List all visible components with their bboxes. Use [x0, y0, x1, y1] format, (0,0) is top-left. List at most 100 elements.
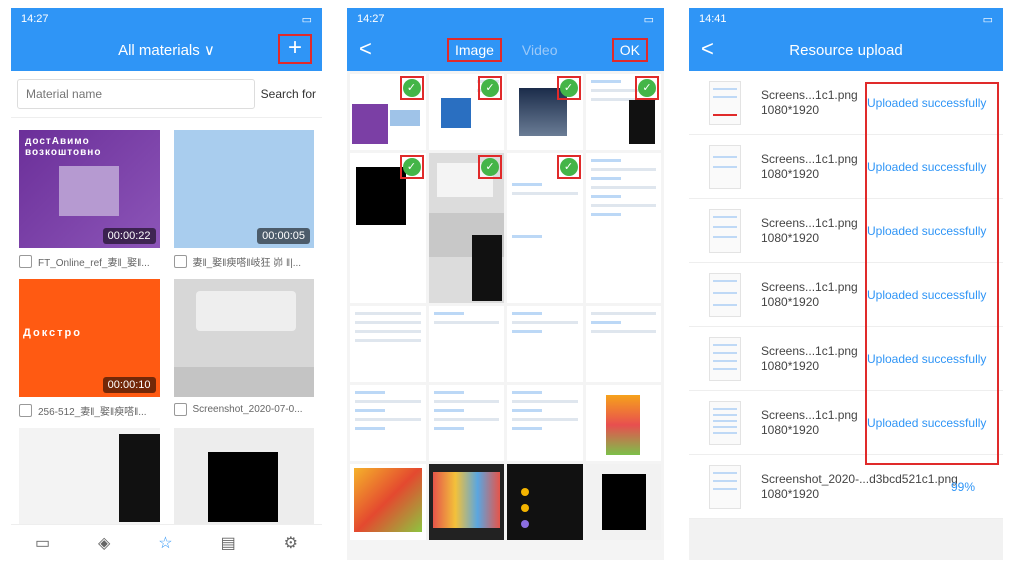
- materials-screen: 14:27 ▭ All materials ∨ + Search for дос…: [11, 8, 322, 560]
- thumbnail-line: [590, 80, 621, 83]
- add-button[interactable]: +: [278, 34, 312, 64]
- image-cell[interactable]: [350, 385, 426, 461]
- file-size: 1080*1920: [761, 294, 820, 309]
- thumbnail-line: [590, 168, 656, 171]
- material-name: 妻‖_娶‖瘐嗒‖岐狂 峁 ‖|...: [192, 258, 302, 269]
- thumbnail-photo: [432, 472, 500, 528]
- image-cell[interactable]: ✓: [507, 74, 583, 150]
- select-checkbox[interactable]: [173, 255, 187, 268]
- image-cell[interactable]: [585, 385, 661, 461]
- image-cell[interactable]: ✓: [585, 74, 661, 150]
- image-cell[interactable]: [350, 464, 426, 540]
- material-item[interactable]: Докстро 00:00:10 256-512_妻‖_娶‖瘐嗒‖...: [19, 279, 160, 418]
- ok-button[interactable]: OK: [611, 38, 648, 62]
- thumbnail-line: [433, 418, 499, 421]
- image-cell[interactable]: ✓: [428, 74, 504, 150]
- back-icon[interactable]: <: [701, 38, 714, 60]
- thumbnail-line: [512, 427, 543, 430]
- thumbnail-line: [590, 159, 621, 162]
- thumbnail-block: [390, 110, 420, 126]
- document-icon[interactable]: ▤: [221, 533, 236, 553]
- file-thumbnail: [709, 464, 741, 509]
- search-button[interactable]: Search for: [261, 87, 316, 101]
- file-size: 1080*1920: [761, 358, 820, 373]
- thumbnail-line: [590, 177, 621, 180]
- thumbnail-line: [433, 400, 499, 403]
- material-item[interactable]: Screenshot_2020-07-0...: [173, 279, 314, 418]
- image-cell[interactable]: [350, 306, 426, 382]
- thumbnail-line: [512, 321, 578, 324]
- header-bar: 14:27 ▭ < Image Video OK: [347, 8, 664, 71]
- duration-label: 00:00:22: [102, 228, 156, 244]
- image-cell[interactable]: [428, 385, 504, 461]
- thumbnail-menu: [119, 434, 160, 522]
- file-name: Screens...1c1.png: [761, 343, 858, 358]
- thumbnail-line: [433, 427, 464, 430]
- image-cell[interactable]: ✓: [428, 153, 504, 303]
- selected-check-icon[interactable]: ✓: [478, 155, 502, 179]
- selected-check-icon[interactable]: ✓: [399, 155, 424, 179]
- image-cell[interactable]: [585, 153, 661, 303]
- image-cell[interactable]: [585, 464, 661, 540]
- video-thumbnail[interactable]: 00:00:05: [173, 130, 314, 248]
- image-cell[interactable]: [507, 385, 583, 461]
- image-cell[interactable]: [428, 306, 504, 382]
- file-name: Screens...1c1.png: [761, 279, 858, 294]
- material-item[interactable]: достАвимо возкоштовно 00:00:22 FT_Online…: [19, 130, 160, 269]
- file-size: 1080*1920: [761, 102, 820, 117]
- thumbnail-line: [590, 186, 656, 189]
- star-icon[interactable]: ☆: [158, 533, 172, 553]
- thumbnail-line: [590, 312, 656, 315]
- header-bar: 14:41 ▭ < Resource upload: [689, 8, 1003, 71]
- thumbnail-line: [355, 391, 386, 394]
- material-item[interactable]: [173, 428, 314, 524]
- file-size: 1080*1920: [761, 422, 820, 437]
- file-size: 1080*1920: [761, 166, 820, 181]
- image-cell[interactable]: ✓: [507, 153, 583, 303]
- status-time: 14:41: [699, 13, 727, 25]
- image-cell[interactable]: [507, 306, 583, 382]
- selected-check-icon[interactable]: ✓: [556, 76, 581, 100]
- image-thumbnail[interactable]: [19, 428, 160, 524]
- header-bar: 14:27 ▭ All materials ∨ +: [11, 8, 322, 71]
- video-thumbnail[interactable]: достАвимо возкоштовно 00:00:22: [19, 130, 160, 248]
- thumbnail-line: [512, 312, 543, 315]
- thumbnail-line: [355, 409, 386, 412]
- tab-image[interactable]: Image: [447, 38, 502, 62]
- select-checkbox[interactable]: [19, 404, 32, 417]
- image-cell[interactable]: ✓: [350, 74, 426, 150]
- bottom-nav: ▭ ◈ ☆ ▤ ⚙: [11, 524, 322, 560]
- monitor-icon[interactable]: ▭: [35, 533, 50, 553]
- thumbnail-line: [433, 409, 464, 412]
- layers-icon[interactable]: ◈: [98, 533, 110, 553]
- material-item[interactable]: 00:00:05 妻‖_娶‖瘐嗒‖岐狂 峁 ‖|...: [173, 130, 314, 269]
- back-icon[interactable]: <: [359, 38, 372, 60]
- selected-check-icon[interactable]: ✓: [556, 155, 581, 179]
- status-bar: 14:27 ▭: [347, 8, 664, 30]
- image-grid: ✓ ✓ ✓ ✓ ✓ ✓ ✓: [347, 71, 664, 543]
- file-thumbnail: [709, 208, 741, 253]
- select-checkbox[interactable]: [173, 403, 187, 416]
- selected-check-icon[interactable]: ✓: [478, 76, 502, 100]
- status-bar: 14:27 ▭: [11, 8, 322, 30]
- image-cell[interactable]: [585, 306, 661, 382]
- video-thumbnail[interactable]: Докстро 00:00:10: [19, 279, 160, 397]
- select-checkbox[interactable]: [19, 255, 32, 268]
- image-cell[interactable]: [507, 464, 583, 540]
- thumbnail-line: [590, 321, 621, 324]
- image-thumbnail[interactable]: [173, 428, 314, 524]
- thumbnail-line: [512, 409, 543, 412]
- thumbnail-text: достАвимо возкоштовно: [25, 136, 102, 158]
- search-input[interactable]: [17, 79, 255, 109]
- image-thumbnail[interactable]: [173, 279, 314, 397]
- material-item[interactable]: [19, 428, 160, 524]
- thumbnail-dot: [521, 488, 529, 496]
- selected-check-icon[interactable]: ✓: [399, 76, 424, 100]
- thumbnail-line: [512, 400, 578, 403]
- selected-check-icon[interactable]: ✓: [635, 76, 659, 100]
- image-cell[interactable]: [428, 464, 504, 540]
- image-cell[interactable]: ✓: [350, 153, 426, 303]
- settings-icon[interactable]: ⚙: [284, 533, 298, 553]
- materials-dropdown[interactable]: All materials ∨: [118, 41, 215, 59]
- tab-video[interactable]: Video: [522, 42, 558, 58]
